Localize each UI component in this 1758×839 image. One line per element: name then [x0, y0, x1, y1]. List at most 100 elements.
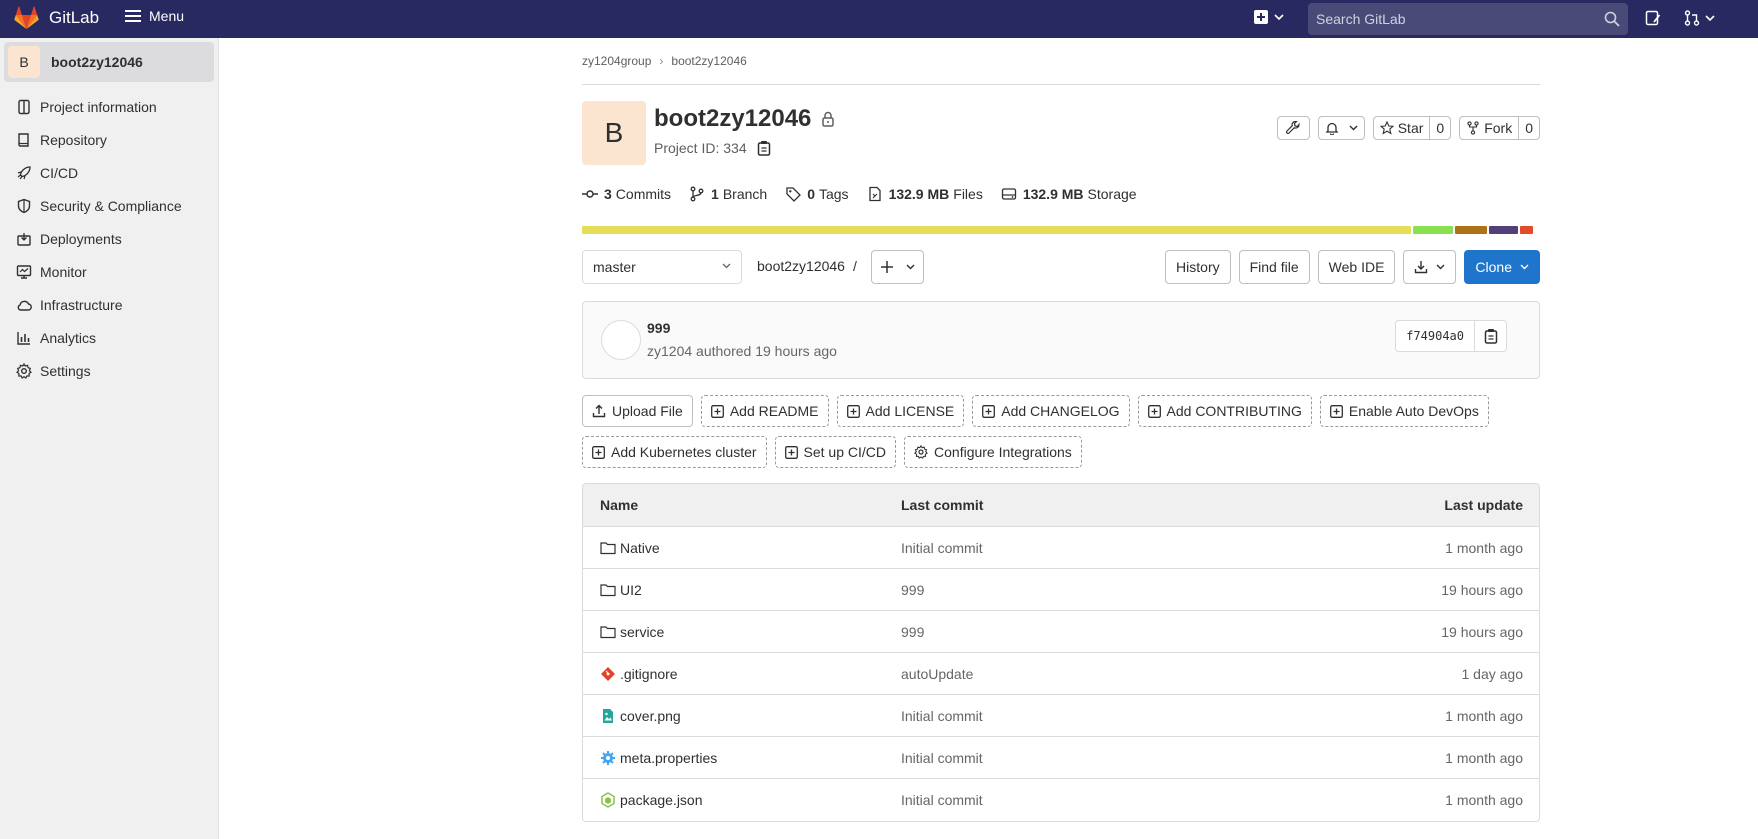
file-last-commit[interactable]: autoUpdate [901, 666, 1339, 682]
tags-label: Tags [818, 186, 849, 202]
search-box[interactable] [1308, 3, 1628, 35]
repo-toolbar: master boot2zy12046 / History Find file W… [582, 250, 1540, 284]
todo-icon [1645, 10, 1661, 26]
fork-button[interactable]: Fork [1459, 116, 1520, 140]
file-last-commit[interactable]: Initial commit [901, 540, 1339, 556]
search-icon[interactable] [1604, 11, 1620, 27]
sidebar-item-cicd[interactable]: CI/CD [0, 156, 218, 189]
folder-icon [600, 625, 616, 639]
file-name-link[interactable]: meta.properties [620, 750, 717, 766]
fork-count[interactable]: 0 [1519, 116, 1540, 140]
commit-sha[interactable]: f74904a0 [1395, 320, 1475, 352]
add-readme-button[interactable]: Add README [700, 395, 829, 427]
file-name-cell: Native [583, 540, 901, 556]
merge-requests-dropdown[interactable] [1684, 10, 1715, 26]
file-last-commit[interactable]: 999 [901, 582, 1339, 598]
language-segment[interactable] [1413, 226, 1453, 234]
sidebar-item-analytics[interactable]: Analytics [0, 321, 218, 354]
table-row[interactable]: UI2 999 19 hours ago [583, 569, 1539, 611]
plus-square-icon [710, 404, 724, 418]
file-name-link[interactable]: Native [620, 540, 660, 556]
plus-square-icon [1329, 404, 1343, 418]
branch-label: Branch [722, 186, 768, 202]
clone-dropdown[interactable]: Clone [1464, 250, 1540, 284]
setup-cicd-button[interactable]: Set up CI/CD [774, 436, 897, 468]
project-settings-button[interactable] [1276, 116, 1310, 140]
file-last-commit[interactable]: Initial commit [901, 708, 1339, 724]
files-stat[interactable]: 132.9 MB Files [867, 186, 983, 202]
file-last-commit[interactable]: Initial commit [901, 792, 1339, 808]
gitlab-home-link[interactable]: GitLab [14, 6, 99, 30]
plus-square-icon [846, 404, 860, 418]
file-last-commit[interactable]: Initial commit [901, 750, 1339, 766]
menu-button[interactable]: Menu [125, 8, 184, 24]
copy-project-id-icon[interactable] [757, 140, 771, 156]
column-header-name: Name [600, 497, 639, 513]
sidebar-item-label: Project information [40, 98, 157, 115]
todo-button[interactable] [1645, 10, 1661, 26]
star-count[interactable]: 0 [1430, 116, 1452, 140]
branch-selector[interactable]: master [582, 250, 742, 284]
project-stats: 3 Commits 1 Branch 0 Tags 132.9 MB Files… [582, 186, 1137, 202]
sidebar-item-project-information[interactable]: Project information [0, 90, 218, 123]
repository-languages-bar[interactable] [582, 226, 1540, 234]
star-button[interactable]: Star [1372, 116, 1431, 140]
sidebar-item-repository[interactable]: Repository [0, 123, 218, 156]
wrench-icon [1286, 121, 1300, 135]
monitor-icon [16, 264, 32, 280]
sidebar-project-header[interactable]: B boot2zy12046 [4, 42, 214, 82]
shield-icon [16, 198, 32, 214]
enable-auto-devops-button[interactable]: Enable Auto DevOps [1319, 395, 1489, 427]
language-segment[interactable] [582, 226, 1411, 234]
commits-stat[interactable]: 3 Commits [582, 186, 671, 202]
plus-square-icon [982, 404, 996, 418]
breadcrumb-group-link[interactable]: zy1204group [582, 54, 651, 68]
add-kubernetes-cluster-button[interactable]: Add Kubernetes cluster [582, 436, 767, 468]
main-content: zy1204group › boot2zy12046 B boot2zy1204… [582, 38, 1540, 822]
download-dropdown[interactable] [1403, 250, 1457, 284]
copy-sha-button[interactable] [1475, 320, 1507, 352]
tags-stat[interactable]: 0 Tags [785, 186, 849, 202]
file-name-link[interactable]: .gitignore [620, 666, 678, 682]
file-name-link[interactable]: package.json [620, 792, 703, 808]
storage-stat[interactable]: 132.9 MB Storage [1001, 186, 1137, 202]
configure-integrations-button[interactable]: Configure Integrations [904, 436, 1082, 468]
table-row[interactable]: cover.png Initial commit 1 month ago [583, 695, 1539, 737]
new-item-dropdown[interactable] [1254, 10, 1284, 24]
file-name-link[interactable]: service [620, 624, 664, 640]
language-segment[interactable] [1455, 226, 1487, 234]
table-row[interactable]: .gitignore autoUpdate 1 day ago [583, 653, 1539, 695]
sidebar-item-label: Deployments [40, 230, 122, 247]
sidebar-item-settings[interactable]: Settings [0, 354, 218, 387]
add-contributing-button[interactable]: Add CONTRIBUTING [1137, 395, 1312, 427]
table-row[interactable]: package.json Initial commit 1 month ago [583, 779, 1539, 821]
commit-title-link[interactable]: 999 [647, 320, 670, 336]
web-ide-button[interactable]: Web IDE [1317, 250, 1396, 284]
breadcrumb-project-link[interactable]: boot2zy12046 [671, 54, 746, 68]
table-row[interactable]: meta.properties Initial commit 1 month a… [583, 737, 1539, 779]
sidebar-item-infrastructure[interactable]: Infrastructure [0, 288, 218, 321]
notification-dropdown[interactable] [1317, 116, 1365, 140]
find-file-button[interactable]: Find file [1238, 250, 1310, 284]
add-changelog-button[interactable]: Add CHANGELOG [972, 395, 1130, 427]
sidebar-item-monitor[interactable]: Monitor [0, 255, 218, 288]
upload-file-button[interactable]: Upload File [582, 395, 693, 427]
language-segment[interactable] [1520, 226, 1533, 234]
branches-stat[interactable]: 1 Branch [689, 186, 767, 202]
commit-author-avatar[interactable] [601, 320, 641, 360]
file-name-link[interactable]: cover.png [620, 708, 681, 724]
add-license-button[interactable]: Add LICENSE [836, 395, 965, 427]
language-segment[interactable] [1489, 226, 1518, 234]
repo-path-root[interactable]: boot2zy12046 [757, 258, 845, 274]
file-name-link[interactable]: UI2 [620, 582, 642, 598]
sidebar-item-deployments[interactable]: Deployments [0, 222, 218, 255]
history-button[interactable]: History [1165, 250, 1231, 284]
breadcrumb: zy1204group › boot2zy12046 [582, 38, 1540, 85]
table-row[interactable]: Native Initial commit 1 month ago [583, 527, 1539, 569]
project-title: boot2zy12046 [654, 105, 835, 133]
sidebar-item-security[interactable]: Security & Compliance [0, 189, 218, 222]
file-last-commit[interactable]: 999 [901, 624, 1339, 640]
search-input[interactable] [1308, 3, 1588, 35]
table-row[interactable]: service 999 19 hours ago [583, 611, 1539, 653]
add-to-tree-dropdown[interactable] [871, 250, 924, 284]
